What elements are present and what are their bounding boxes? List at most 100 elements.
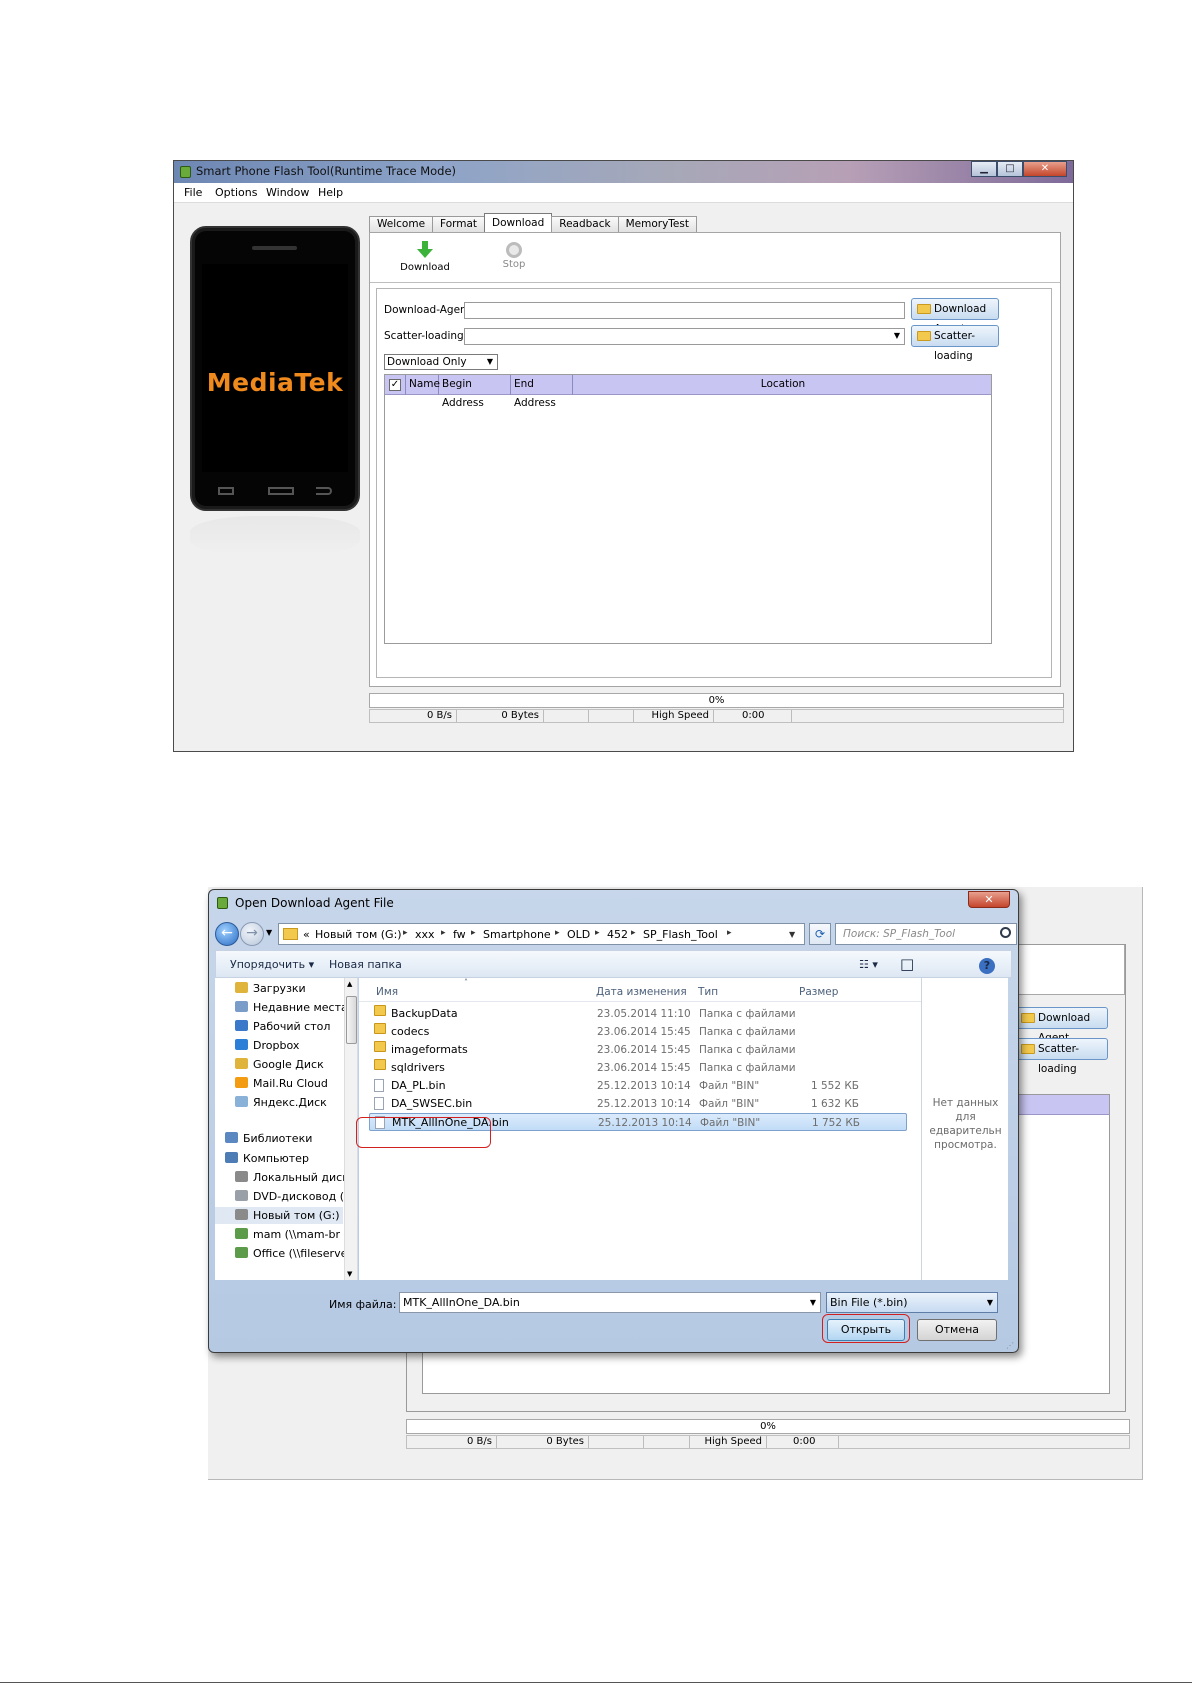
nav-item[interactable]: Недавние места — [235, 999, 359, 1016]
breadcrumb-drive[interactable]: Новый том (G:) — [315, 928, 402, 941]
help-icon[interactable]: ? — [979, 958, 995, 974]
back-button[interactable]: ← — [215, 922, 239, 946]
column-date-modified[interactable]: Дата изменения — [596, 986, 687, 998]
file-name: DA_PL.bin — [391, 1079, 446, 1092]
file-type: Файл "BIN" — [699, 1098, 760, 1110]
column-name[interactable]: Имя — [376, 986, 398, 998]
file-row[interactable]: DA_PL.bin 25.12.2013 10:14 Файл "BIN" 1 552… — [369, 1077, 907, 1095]
file-type-filter[interactable]: Bin File (*.bin) ▼ — [826, 1292, 998, 1313]
scatter-loading-button[interactable]: Scatter-loading — [911, 325, 999, 362]
file-size: 1 632 КБ — [810, 1098, 859, 1110]
title-bar[interactable]: Smart Phone Flash Tool(Runtime Trace Mod… — [174, 161, 1073, 183]
chevron-down-icon[interactable]: ▼ — [891, 330, 903, 342]
file-name: sqldrivers — [391, 1061, 445, 1074]
nav-item[interactable]: Загрузки — [235, 980, 359, 997]
file-date: 23.06.2014 15:45 — [597, 1044, 691, 1056]
nav-item[interactable]: Яндекс.Диск — [235, 1094, 359, 1111]
scatter-loading-combo[interactable]: ▼ — [464, 328, 905, 345]
download-button[interactable]: Download — [395, 241, 455, 273]
chevron-right-icon[interactable]: ▸ — [471, 928, 476, 938]
column-type[interactable]: Тип — [698, 986, 718, 998]
chevron-right-icon[interactable]: ▸ — [555, 928, 560, 938]
chevron-right-icon[interactable]: ▸ — [403, 928, 408, 938]
recent-pages-chevron-icon[interactable]: ▼ — [266, 928, 272, 937]
nav-item[interactable]: Office (\\fileserve — [235, 1245, 359, 1262]
nav-item[interactable]: Mail.Ru Cloud — [235, 1075, 359, 1092]
preview-pane-icon[interactable]: □ — [900, 955, 914, 973]
chevron-down-icon[interactable]: ▼ — [789, 930, 795, 939]
search-input[interactable]: Поиск: SP_Flash_Tool — [835, 923, 1017, 945]
column-name[interactable]: Name — [405, 375, 440, 395]
scroll-down-icon[interactable]: ▼ — [347, 1270, 352, 1278]
scatter-loading-button[interactable]: Scatter-loading — [1015, 1038, 1108, 1075]
menu-options[interactable]: Options — [215, 186, 257, 199]
refresh-button[interactable]: ⟳ — [809, 923, 831, 945]
chevron-right-icon[interactable]: ▸ — [441, 928, 446, 938]
new-folder-button[interactable]: Новая папка — [329, 958, 402, 971]
nav-item[interactable]: Новый том (G:) — [215, 1207, 343, 1224]
file-row[interactable]: codecs 23.06.2014 15:45 Папка с файлами — [369, 1023, 907, 1041]
file-name: codecs — [391, 1025, 430, 1038]
scrollbar-thumb[interactable] — [346, 996, 357, 1044]
chevron-right-icon[interactable]: ▸ — [595, 928, 600, 938]
chevron-right-icon[interactable]: ▸ — [727, 928, 732, 938]
search-icon[interactable] — [1000, 927, 1011, 938]
tab-memorytest[interactable]: MemoryTest — [617, 216, 697, 232]
breadcrumb-xxx[interactable]: xxx — [415, 928, 435, 941]
chevron-right-icon[interactable]: ▸ — [631, 928, 636, 938]
breadcrumb-fw[interactable]: fw — [453, 928, 466, 941]
nav-item[interactable]: mam (\\mam-br — [235, 1226, 359, 1243]
download-agent-button[interactable]: Download Agent — [911, 298, 999, 335]
column-location[interactable]: Location — [573, 375, 993, 395]
breadcrumb-smartphone[interactable]: Smartphone — [483, 928, 551, 941]
nav-item[interactable]: Библиотеки — [225, 1130, 349, 1147]
view-options-icon[interactable]: ☷ ▾ — [859, 958, 878, 971]
close-button[interactable]: ✕ — [1023, 161, 1067, 177]
stop-button[interactable]: Stop — [484, 241, 544, 270]
column-begin-address[interactable]: Begin Address — [439, 375, 511, 409]
downloads-folder-icon — [235, 982, 248, 993]
breadcrumb-sp-flash-tool[interactable]: SP_Flash_Tool — [643, 928, 718, 941]
minimize-button[interactable]: ▁ — [971, 161, 997, 177]
nav-item[interactable]: DVD-дисковод (E — [235, 1188, 359, 1205]
menu-window[interactable]: Window — [266, 186, 309, 199]
breadcrumb-old[interactable]: OLD — [567, 928, 590, 941]
forward-button[interactable]: → — [240, 922, 264, 946]
tab-download[interactable]: Download — [484, 213, 553, 232]
chevron-down-icon[interactable]: ▼ — [810, 1293, 816, 1312]
nav-item[interactable]: Google Диск — [235, 1056, 359, 1073]
select-all-checkbox[interactable]: ✓ — [389, 379, 401, 391]
resize-grip-icon[interactable]: ⋰ — [1006, 1341, 1014, 1350]
cancel-button[interactable]: Отмена — [917, 1319, 997, 1341]
menu-file[interactable]: File — [184, 186, 202, 199]
tab-format[interactable]: Format — [432, 216, 486, 232]
tab-readback[interactable]: Readback — [551, 216, 619, 232]
nav-item[interactable]: Dropbox — [235, 1037, 359, 1054]
maximize-button[interactable]: □ — [997, 161, 1023, 177]
file-row[interactable]: imageformats 23.06.2014 15:45 Папка с файл… — [369, 1041, 907, 1059]
scroll-up-icon[interactable]: ▲ — [347, 980, 352, 988]
tab-welcome[interactable]: Welcome — [369, 216, 434, 232]
file-row[interactable]: DA_SWSEC.bin 25.12.2013 10:14 Файл "BIN" 1 … — [369, 1095, 907, 1113]
nav-item[interactable]: Рабочий стол — [235, 1018, 359, 1035]
file-row[interactable]: BackupData 23.05.2014 11:10 Папка с файлам… — [369, 1005, 907, 1023]
address-bar[interactable]: « Новый том (G:) ▸ xxx ▸ fw ▸ Smartphone… — [278, 923, 805, 945]
column-end-address[interactable]: End Address — [511, 375, 573, 409]
folder-icon — [374, 1041, 386, 1052]
chevron-down-icon: ▼ — [486, 357, 494, 366]
menu-bar: File Options Window Help — [174, 183, 1073, 203]
download-mode-select[interactable]: Download Only ▼ — [384, 354, 498, 370]
nav-item[interactable]: Компьютер — [225, 1150, 349, 1167]
download-agent-button[interactable]: Download Agent — [1015, 1007, 1108, 1044]
column-size[interactable]: Размер — [799, 986, 838, 998]
nav-item[interactable]: Локальный диск — [235, 1169, 359, 1186]
organize-button[interactable]: Упорядочить ▾ — [230, 958, 314, 971]
breadcrumb-overflow[interactable]: « — [303, 928, 310, 941]
filename-input[interactable]: MTK_AllInOne_DA.bin ▼ — [399, 1292, 821, 1313]
breadcrumb-452[interactable]: 452 — [607, 928, 628, 941]
file-row[interactable]: sqldrivers 23.06.2014 15:45 Папка с файлам… — [369, 1059, 907, 1077]
dialog-close-button[interactable]: ✕ — [968, 891, 1010, 908]
file-name: BackupData — [391, 1007, 458, 1020]
download-agent-input[interactable] — [464, 302, 905, 319]
menu-help[interactable]: Help — [318, 186, 343, 199]
